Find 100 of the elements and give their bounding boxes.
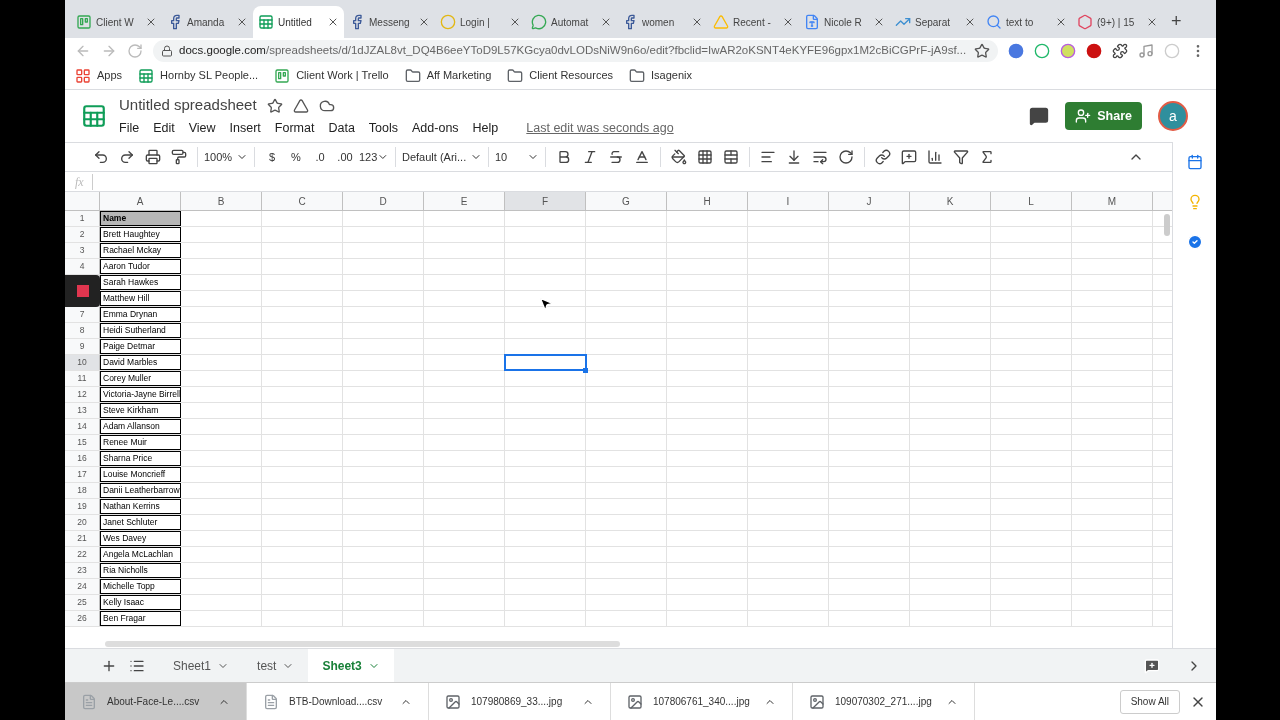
zoom-select[interactable]: 100% [204,148,248,166]
table-cell[interactable]: Sarah Hawkes [100,275,181,290]
document-title[interactable]: Untitled spreadsheet [119,94,257,117]
row-header[interactable]: 26 [65,611,100,626]
browser-tab[interactable]: women [617,6,708,38]
column-header[interactable]: F [505,192,586,210]
bookmark[interactable]: Isagenix [629,67,692,84]
horizontal-scrollbar[interactable] [105,641,620,647]
row-header[interactable]: 15 [65,435,100,450]
column-header[interactable]: B [181,192,262,210]
sheet-tab[interactable]: Sheet3 [308,649,394,682]
row-header[interactable]: 25 [65,595,100,610]
currency-button[interactable]: $ [261,148,283,166]
download-item[interactable]: 107806761_340....jpg [611,683,793,720]
table-cell[interactable]: Louise Moncrieff [100,467,181,482]
table-cell[interactable]: Wes Davey [100,531,181,546]
extension-icon[interactable] [1034,43,1050,59]
browser-tab[interactable]: Amanda [162,6,253,38]
table-cell[interactable]: Janet Schluter [100,515,181,530]
table-cell[interactable]: Emma Drynan [100,307,181,322]
table-cell[interactable]: Rachael Mckay [100,243,181,258]
table-cell[interactable]: Ben Fragar [100,611,181,626]
close-icon[interactable] [1146,16,1158,28]
row-header[interactable]: 11 [65,371,100,386]
download-item[interactable]: 109070302_271....jpg [793,683,975,720]
download-item[interactable]: 107980869_33....jpg [429,683,611,720]
table-cell[interactable]: Heidi Sutherland [100,323,181,338]
column-header[interactable]: K [910,192,991,210]
table-cell[interactable]: Michelle Topp [100,579,181,594]
table-cell[interactable]: Name [100,211,181,226]
row-header[interactable]: 22 [65,547,100,562]
more-formats-button[interactable]: 123 [359,148,389,166]
row-header[interactable]: 20 [65,515,100,530]
table-cell[interactable]: Angela McLachlan [100,547,181,562]
calendar-icon[interactable] [1186,154,1203,170]
row-header[interactable]: 12 [65,387,100,402]
row-header[interactable]: 17 [65,467,100,482]
close-icon[interactable] [418,16,430,28]
close-icon[interactable] [691,16,703,28]
font-select[interactable]: Default (Ari... [402,148,482,166]
extension-icon[interactable] [1060,43,1076,59]
close-icon[interactable] [1055,16,1067,28]
share-button[interactable]: Share [1065,102,1142,130]
bookmark[interactable]: Client Resources [507,67,613,84]
close-icon[interactable] [782,16,794,28]
last-edit-link[interactable]: Last edit was seconds ago [526,118,674,138]
menu-item[interactable]: Format [274,118,315,138]
table-cell[interactable]: Kelly Isaac [100,595,181,610]
row-header[interactable]: 2 [65,227,100,242]
row-header[interactable]: 4 [65,259,100,274]
font-size-select[interactable]: 10 [495,148,539,166]
address-field[interactable]: docs.google.com/spreadsheets/d/1dJZAL8vt_DQ4B6eeYToD9L57KGcya0dvLODsNiW9n6o/edit?fbclid=IwAR2oKSNT4eKYFE96gpx1M2cBiCGPrF-jA9sf... [153,40,998,62]
browser-tab[interactable]: Untitled [253,6,344,38]
menu-item[interactable]: Insert [229,118,261,138]
column-header[interactable]: G [586,192,667,210]
star-icon[interactable] [266,97,283,114]
menu-item[interactable]: File [119,118,140,138]
bookmark[interactable]: Hornby SL People... [138,67,259,84]
table-cell[interactable]: Danii Leatherbarrow [100,483,181,498]
download-item[interactable]: BTB-Download....csv [247,683,429,720]
decrease-decimal-button[interactable]: .0 [309,148,331,166]
table-cell[interactable]: Ria Nicholls [100,563,181,578]
table-cell[interactable]: Aaron Tudor [100,259,181,274]
row-header[interactable]: 23 [65,563,100,578]
close-icon[interactable] [236,16,248,28]
close-icon[interactable] [509,16,521,28]
extension-icon[interactable] [1086,43,1102,59]
selection-handle[interactable] [583,368,588,373]
table-cell[interactable]: Adam Allanson [100,419,181,434]
table-cell[interactable]: David Marbles [100,355,181,370]
table-cell[interactable]: Nathan Kerrins [100,499,181,514]
browser-tab[interactable]: Automat [526,6,617,38]
column-header[interactable]: D [343,192,424,210]
column-header[interactable]: I [748,192,829,210]
row-header[interactable]: 16 [65,451,100,466]
table-cell[interactable]: Steve Kirkham [100,403,181,418]
row-header[interactable]: 24 [65,579,100,594]
row-header[interactable]: 21 [65,531,100,546]
table-cell[interactable]: Renee Muir [100,435,181,450]
row-header[interactable]: 18 [65,483,100,498]
menu-item[interactable]: Tools [368,118,399,138]
menu-item[interactable]: View [188,118,216,138]
browser-tab[interactable]: Login | [435,6,526,38]
table-cell[interactable]: Paige Detmar [100,339,181,354]
row-header[interactable]: 7 [65,307,100,322]
download-item[interactable]: About-Face-Le....csv [65,683,247,720]
bookmark[interactable]: Apps [75,67,123,84]
column-header[interactable]: C [262,192,343,210]
bookmark[interactable]: Aff Marketing [404,67,492,84]
column-header[interactable]: L [991,192,1072,210]
column-header[interactable]: M [1072,192,1153,210]
close-icon[interactable] [600,16,612,28]
row-header[interactable]: 14 [65,419,100,434]
row-header[interactable]: 13 [65,403,100,418]
tasks-icon[interactable] [1186,234,1203,250]
menu-item[interactable]: Edit [153,118,175,138]
menu-item[interactable]: Add-ons [412,118,459,138]
media-icon[interactable] [1138,43,1154,59]
close-icon[interactable] [873,16,885,28]
column-header[interactable]: H [667,192,748,210]
